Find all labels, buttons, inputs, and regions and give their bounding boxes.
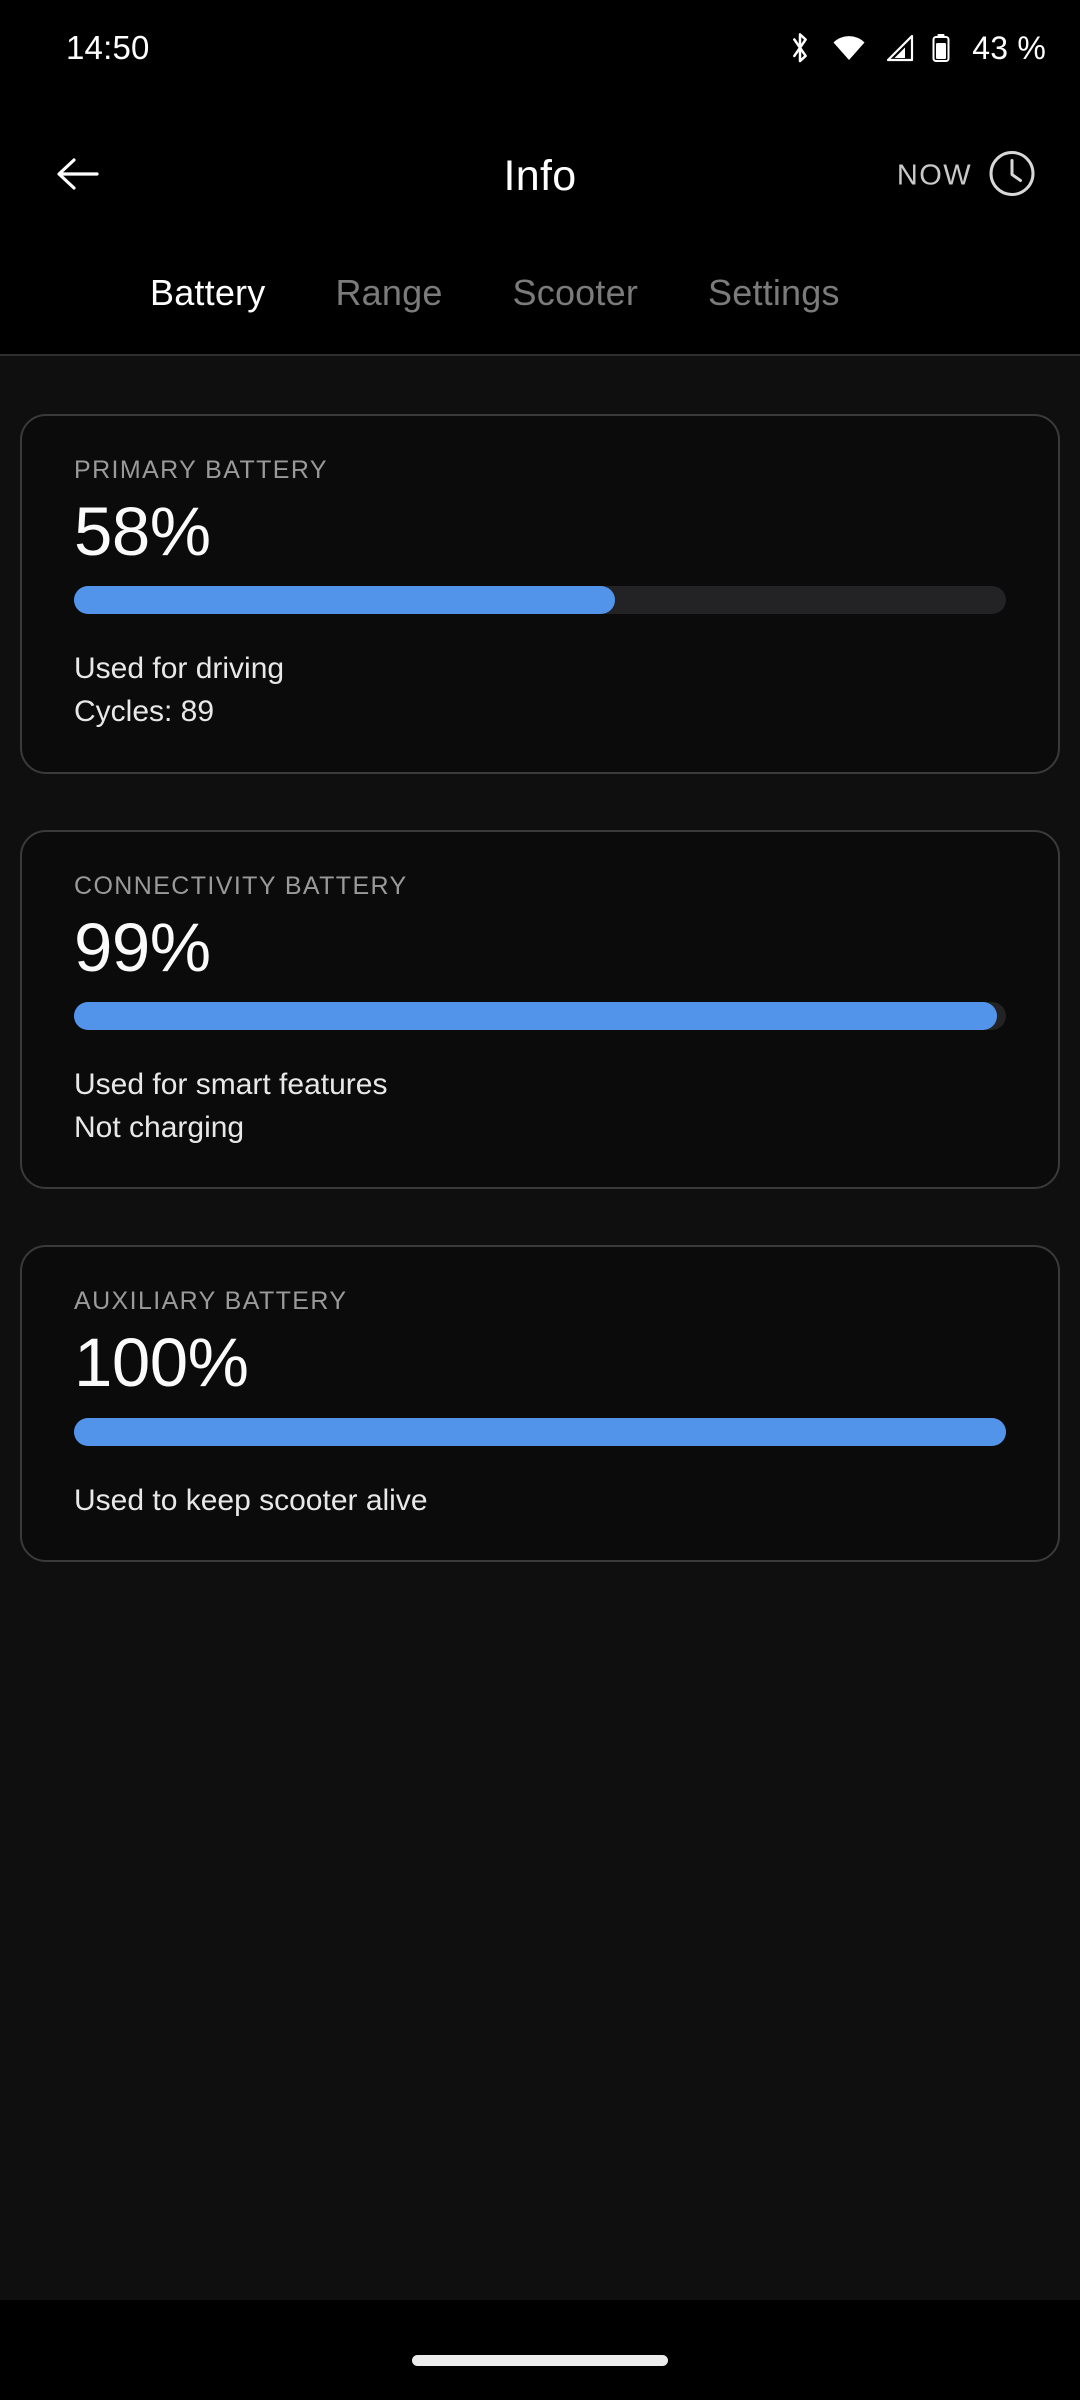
primary-battery-label: PRIMARY BATTERY bbox=[74, 456, 328, 484]
gesture-navigation-bar bbox=[0, 2304, 1080, 2400]
connectivity-battery-note-2: Not charging bbox=[74, 1110, 245, 1144]
tab-scooter[interactable]: Scooter bbox=[513, 266, 638, 356]
tab-settings[interactable]: Settings bbox=[708, 266, 840, 356]
tab-bar: Battery Range Scooter Settings bbox=[0, 256, 1080, 368]
auxiliary-battery-card[interactable]: AUXILIARY BATTERY 100% Used to keep scoo… bbox=[20, 1245, 1060, 1563]
status-bar-clock: 14:50 bbox=[66, 29, 150, 66]
tab-range-label: Range bbox=[335, 272, 443, 313]
tab-scooter-label: Scooter bbox=[512, 272, 639, 313]
connectivity-battery-value: 99% bbox=[74, 908, 211, 986]
connectivity-battery-label: CONNECTIVITY BATTERY bbox=[74, 871, 408, 900]
phone-screen: 14:50 43 % Info NOW Battery Range Scoote… bbox=[0, 0, 1080, 2400]
tab-battery-label: Battery bbox=[150, 272, 266, 313]
primary-battery-note-2: Cycles: 89 bbox=[74, 695, 215, 728]
auxiliary-battery-note-1: Used to keep scooter alive bbox=[74, 1483, 428, 1517]
bluetooth-icon bbox=[786, 31, 814, 65]
connectivity-battery-progress-fill bbox=[74, 1002, 997, 1030]
primary-battery-value: 58% bbox=[74, 493, 211, 570]
clock-icon bbox=[986, 148, 1038, 205]
app-bar: Info NOW bbox=[0, 96, 1080, 256]
wifi-icon bbox=[831, 34, 867, 62]
auxiliary-battery-label: AUXILIARY BATTERY bbox=[74, 1287, 348, 1316]
primary-battery-progress-track bbox=[74, 586, 1006, 615]
auxiliary-battery-progress-fill bbox=[74, 1417, 1006, 1446]
tab-range[interactable]: Range bbox=[335, 266, 442, 356]
status-bar: 14:50 43 % bbox=[0, 0, 1080, 96]
cellular-signal-icon bbox=[884, 34, 914, 62]
tab-battery[interactable]: Battery bbox=[150, 266, 266, 368]
home-gesture-pill[interactable] bbox=[412, 2354, 668, 2366]
connectivity-battery-note-1: Used for smart features bbox=[74, 1068, 388, 1101]
battery-icon bbox=[931, 33, 951, 63]
primary-battery-note-1: Used for driving bbox=[74, 652, 285, 686]
connectivity-battery-progress-track bbox=[74, 1002, 1006, 1030]
battery-tab-content: PRIMARY BATTERY 58% Used for driving Cyc… bbox=[0, 356, 1080, 2300]
primary-battery-card[interactable]: PRIMARY BATTERY 58% Used for driving Cyc… bbox=[20, 414, 1060, 774]
auxiliary-battery-value: 100% bbox=[74, 1324, 249, 1402]
status-bar-icons: 43 % bbox=[786, 30, 1046, 67]
status-bar-battery-percent: 43 % bbox=[972, 29, 1046, 66]
auxiliary-battery-progress-track bbox=[74, 1417, 1006, 1446]
tab-settings-label: Settings bbox=[708, 272, 840, 313]
now-label: NOW bbox=[896, 159, 972, 192]
now-button[interactable]: NOW bbox=[897, 148, 1038, 205]
connectivity-battery-card[interactable]: CONNECTIVITY BATTERY 99% Used for smart … bbox=[20, 829, 1060, 1190]
primary-battery-progress-fill bbox=[74, 586, 615, 615]
